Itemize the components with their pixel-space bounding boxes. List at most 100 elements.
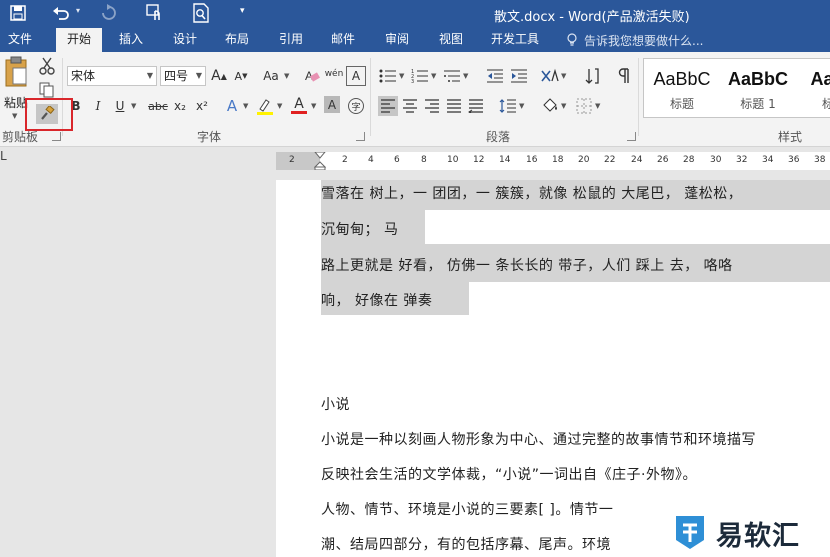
format-painter-button[interactable] (36, 104, 58, 124)
chevron-down-icon[interactable]: ▼ (277, 102, 282, 110)
char-shading-button[interactable]: A (324, 96, 340, 113)
ruler-tick-label: 2 (342, 155, 348, 165)
phonetic-guide-button[interactable]: wén (324, 64, 344, 84)
chevron-down-icon[interactable]: ▼ (311, 102, 316, 110)
font-name-combo[interactable]: 宋体 ▼ (67, 66, 157, 86)
highlight-button[interactable] (255, 96, 275, 116)
cut-button[interactable] (36, 56, 58, 76)
tab-review[interactable]: 审阅 (374, 28, 420, 52)
font-launcher-icon[interactable] (356, 132, 365, 141)
chinese-layout-button[interactable] (540, 66, 560, 86)
text-effects-button[interactable]: A (222, 96, 242, 116)
ruler-tick-label: 30 (710, 155, 722, 165)
chevron-down-icon[interactable]: ▼ (284, 72, 289, 80)
undo-icon[interactable] (52, 4, 70, 22)
doc-line[interactable]: 人物、情节、环境是小说的三要素[ ]。情节一 (321, 499, 613, 519)
style-item[interactable]: AaBb 标题 (796, 59, 830, 117)
doc-line[interactable]: 雪落在 树上，一 团团，一 簇簇，就像 松鼠的 大尾巴， 蓬松松， (321, 183, 742, 203)
chevron-down-icon[interactable]: ▼ (431, 72, 436, 80)
shading-button[interactable] (540, 96, 560, 116)
numbering-button[interactable]: 123 (410, 66, 430, 86)
tab-home[interactable]: 开始 (56, 28, 102, 52)
indent-marker-icon[interactable] (314, 152, 326, 170)
doc-line[interactable]: 潮、结局四部分，有的包括序幕、尾声。环境 (321, 534, 611, 554)
tab-selector[interactable]: L (0, 149, 14, 163)
clipboard-launcher-icon[interactable] (52, 132, 61, 141)
chevron-down-icon[interactable]: ▼ (561, 72, 566, 80)
tab-design[interactable]: 设计 (162, 28, 208, 52)
decrease-indent-button[interactable] (485, 66, 505, 86)
doc-line[interactable]: 响， 好像在 弹奏 (321, 290, 432, 310)
italic-button[interactable]: I (88, 96, 108, 116)
style-item[interactable]: AaBbC 标题 1 (720, 59, 796, 117)
style-item[interactable]: AaBbC 标题 (644, 59, 720, 117)
horizontal-ruler[interactable]: 2 2 4 6 8 10 12 14 16 18 20 22 24 26 28 30 32 34 36 38 (276, 152, 830, 170)
doc-line[interactable]: 反映社会生活的文学体裁，“小说”一词出自《庄子·外物》。 (321, 464, 697, 484)
touch-mode-icon[interactable] (146, 3, 164, 23)
tab-developer[interactable]: 开发工具 (484, 28, 546, 52)
pilcrow-icon (618, 68, 629, 83)
paragraph-launcher-icon[interactable] (627, 132, 636, 141)
change-case-button[interactable]: Aa (258, 66, 284, 86)
grow-font-button[interactable]: A ▲ (209, 66, 229, 86)
shrink-font-button[interactable]: A ▼ (231, 66, 251, 86)
chevron-down-icon[interactable]: ▼ (196, 67, 202, 85)
align-right-button[interactable] (422, 96, 442, 116)
undo-dropdown-icon[interactable]: ▾ (76, 6, 80, 15)
superscript-button[interactable]: x² (192, 96, 212, 116)
char-shading-icon: A (327, 97, 337, 112)
print-preview-icon[interactable] (192, 3, 210, 23)
style-sample: AaBb (810, 69, 830, 89)
borders-button[interactable] (574, 96, 594, 116)
chevron-down-icon[interactable]: ▼ (561, 102, 566, 110)
tab-insert[interactable]: 插入 (108, 28, 154, 52)
show-marks-button[interactable] (614, 66, 634, 86)
tab-references[interactable]: 引用 (268, 28, 314, 52)
style-sample: AaBbC (653, 69, 711, 89)
enclose-char-button[interactable]: 字 (346, 96, 366, 116)
doc-line[interactable]: 小说是一种以刻画人物形象为中心、通过完整的故事情节和环境描写 (321, 429, 756, 449)
tab-mailings[interactable]: 邮件 (320, 28, 366, 52)
ruler-tick-label: 32 (736, 155, 748, 165)
bold-button[interactable]: B (66, 96, 86, 116)
char-border-button[interactable]: A (346, 66, 366, 86)
sort-button[interactable] (582, 66, 602, 86)
chevron-down-icon[interactable]: ▼ (147, 67, 153, 85)
customize-toolbar-icon[interactable]: ▾ (240, 6, 245, 16)
underline-button[interactable]: U (110, 96, 130, 116)
line-spacing-button[interactable] (498, 96, 518, 116)
clear-formatting-button[interactable]: A (302, 66, 322, 86)
tab-file[interactable]: 文件 (0, 28, 40, 52)
doc-line[interactable]: 路上更就是 好看， 仿佛一 条长长的 带子，人们 踩上 去， 咯咯 (321, 255, 733, 275)
justify-button[interactable] (444, 96, 464, 116)
chevron-down-icon[interactable]: ▼ (595, 102, 600, 110)
underline-icon: U (115, 99, 125, 113)
font-size-combo[interactable]: 四号 ▼ (160, 66, 206, 86)
bullets-button[interactable] (378, 66, 398, 86)
increase-indent-button[interactable] (509, 66, 529, 86)
doc-line[interactable]: 沉甸甸； 马 (321, 219, 398, 239)
tab-view[interactable]: 视图 (428, 28, 474, 52)
chevron-down-icon[interactable]: ▼ (399, 72, 404, 80)
chevron-down-icon[interactable]: ▼ (463, 72, 468, 80)
ruler-tick-label: 4 (368, 155, 374, 165)
align-center-button[interactable] (400, 96, 420, 116)
strikethrough-button[interactable]: abc (146, 96, 170, 116)
multilevel-list-button[interactable] (442, 66, 462, 86)
tab-layout[interactable]: 布局 (214, 28, 260, 52)
redo-icon[interactable] (100, 4, 118, 22)
align-left-button[interactable] (378, 96, 398, 116)
save-icon[interactable] (10, 5, 26, 21)
font-color-button[interactable]: A (289, 96, 309, 116)
chevron-down-icon[interactable]: ▼ (519, 102, 524, 110)
paste-label[interactable]: 粘贴 (4, 94, 28, 111)
chevron-down-icon[interactable]: ▼ (243, 102, 248, 110)
paste-dropdown-icon[interactable]: ▼ (12, 112, 17, 120)
subscript-button[interactable]: x₂ (170, 96, 190, 116)
copy-button[interactable] (36, 80, 58, 100)
distributed-button[interactable] (466, 96, 486, 116)
chevron-down-icon[interactable]: ▼ (131, 102, 136, 110)
outdent-icon (487, 69, 503, 83)
doc-heading[interactable]: 小说 (321, 394, 350, 414)
group-divider (62, 58, 63, 136)
